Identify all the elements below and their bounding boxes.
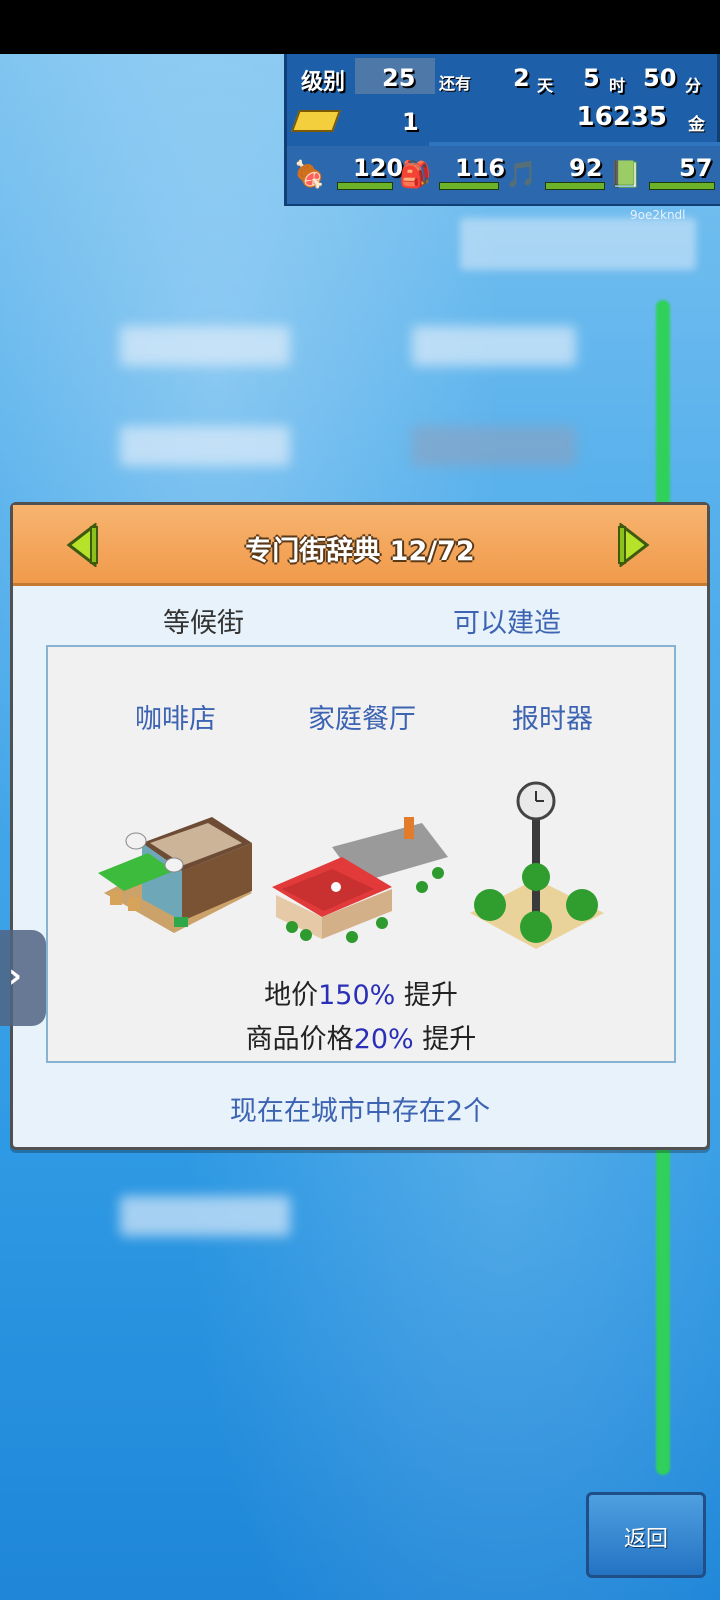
back-button[interactable]: 返回	[586, 1492, 706, 1578]
status-hud: 级别 25 还有 2 天 5 时 50 分 1 16235 金 🍖 120 🎒 …	[284, 54, 720, 206]
chevron-right-icon: ›	[8, 956, 23, 996]
side-expand-tab[interactable]: ›	[0, 930, 46, 1026]
stat-goods-bar	[439, 182, 499, 190]
bag-icon: 🎒	[399, 160, 432, 190]
stats-row: 🍖 120 🎒 116 🎵 92 📗 57	[287, 146, 720, 204]
arrow-right-icon	[618, 521, 650, 569]
street-dictionary-dialog: 专门街辞典 12/72 等候街 可以建造 咖啡店 家庭餐厅 报时器 地价150%…	[10, 502, 710, 1150]
dialog-title: 专门街辞典 12/72	[245, 536, 475, 567]
music-icon: 🎵	[505, 160, 538, 190]
stat-book-value: 57	[679, 154, 713, 182]
gold-bar-count: 1	[402, 108, 419, 136]
stat-food-value: 120	[353, 154, 404, 182]
existing-count-text: 现在在城市中存在2个	[229, 1096, 491, 1127]
building-name-restaurant: 家庭餐厅	[308, 704, 416, 735]
minutes-value: 50	[643, 64, 677, 92]
street-detail-card: 咖啡店 家庭餐厅 报时器 地价150% 提升 商品价格20% 提升	[46, 645, 676, 1063]
stat-goods-value: 116	[455, 154, 506, 182]
days-value: 2	[513, 64, 530, 92]
stat-food-bar	[337, 182, 393, 190]
dialog-header: 专门街辞典 12/72	[13, 505, 707, 586]
building-name-clock: 报时器	[512, 704, 593, 735]
next-arrow-button[interactable]	[613, 521, 653, 569]
family-restaurant-icon	[272, 817, 448, 943]
blurred-element	[120, 1196, 290, 1236]
gold-bar-icon	[290, 110, 342, 132]
stat-music: 🎵 92	[505, 146, 609, 204]
hours-unit: 时	[609, 76, 626, 95]
goods-price-value: 20%	[353, 1024, 414, 1055]
level-label: 级别	[301, 70, 346, 95]
level-value: 25	[382, 64, 416, 92]
land-price-effect: 地价150% 提升	[264, 980, 458, 1011]
money-unit: 金	[688, 115, 705, 135]
clock-tower-icon	[470, 781, 604, 949]
blurred-element	[412, 326, 576, 366]
blurred-element	[120, 326, 290, 366]
goods-price-effect: 商品价格20% 提升	[245, 1024, 477, 1055]
minutes-unit: 分	[685, 76, 702, 95]
book-icon: 📗	[609, 160, 642, 190]
hours-value: 5	[583, 64, 600, 92]
stat-book: 📗 57	[609, 146, 719, 204]
stat-music-bar	[545, 182, 605, 190]
stat-book-bar	[649, 182, 715, 190]
remaining-label: 还有	[439, 74, 472, 93]
blurred-side-button	[460, 218, 696, 270]
blurred-element	[412, 426, 576, 466]
stat-food: 🍖 120	[293, 146, 403, 204]
money-value: 16235	[576, 102, 667, 132]
street-status-label: 等候街	[163, 608, 244, 639]
blurred-element	[120, 426, 290, 466]
cafe-building-icon	[98, 817, 252, 933]
days-unit: 天	[537, 76, 554, 95]
stat-music-value: 92	[569, 154, 603, 182]
back-button-label: 返回	[623, 1527, 668, 1552]
land-price-value: 150%	[318, 980, 396, 1011]
building-name-cafe: 咖啡店	[135, 704, 216, 735]
food-icon: 🍖	[293, 160, 326, 190]
buildable-status: 可以建造	[453, 608, 561, 639]
stat-goods: 🎒 116	[399, 146, 506, 204]
system-status-bar	[0, 0, 720, 54]
